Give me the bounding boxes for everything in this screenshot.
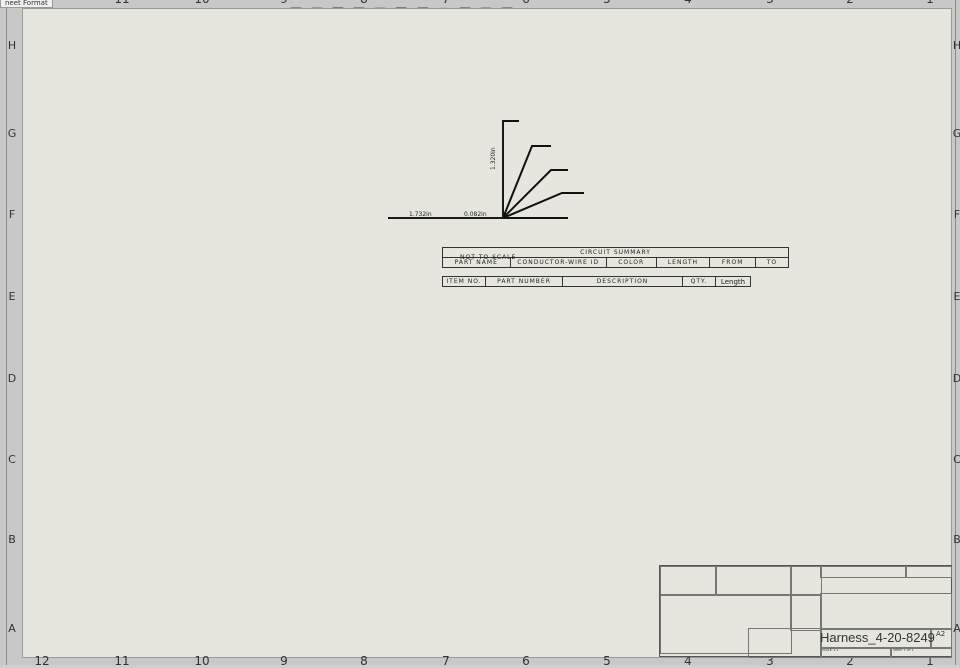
sheet-text: SHEET 1 OF 1 (893, 648, 914, 652)
title-block-rev-cell (905, 566, 952, 578)
sheet-size: A2 (936, 630, 946, 638)
title-block-desc-cell (820, 593, 952, 630)
bom-header[interactable]: ITEM NO. (442, 276, 486, 287)
circuit-summary-header[interactable]: COLOR (605, 257, 657, 268)
dim-horizontal-2-label: 0.082in (464, 211, 487, 218)
title-block-finish-cell (790, 594, 822, 631)
title-block-company-cell (660, 566, 717, 596)
title-block-title-cell (820, 566, 907, 578)
circuit-summary-header[interactable]: CONDUCTOR-WIRE ID (509, 257, 607, 268)
circuit-summary-header[interactable]: TO (754, 257, 790, 268)
bom-header[interactable]: PART NUMBER (485, 276, 563, 287)
bom-header[interactable]: QTY. (682, 276, 716, 287)
circuit-summary-header[interactable]: LENGTH (655, 257, 711, 268)
title-block-material-cell (790, 566, 822, 596)
drawing-number: Harness_4-20-8249 (820, 630, 935, 645)
scale-text: SCALE: 1:1 (822, 648, 839, 652)
title-block-checked-cell (748, 628, 822, 658)
dim-vertical-label: 1.320in (490, 147, 497, 170)
bom-header[interactable]: DESCRIPTION (562, 276, 683, 287)
title-block-name-cell (715, 566, 792, 596)
bom-table[interactable]: ITEM NO. PART NUMBER DESCRIPTION QTY. Length (442, 276, 751, 287)
dim-horizontal-1-label: 1.732in (409, 211, 432, 218)
bom-header[interactable]: Length (715, 276, 751, 287)
not-to-scale-note: NOT TO SCALE (460, 254, 517, 261)
circuit-summary-header[interactable]: FROM (709, 257, 756, 268)
